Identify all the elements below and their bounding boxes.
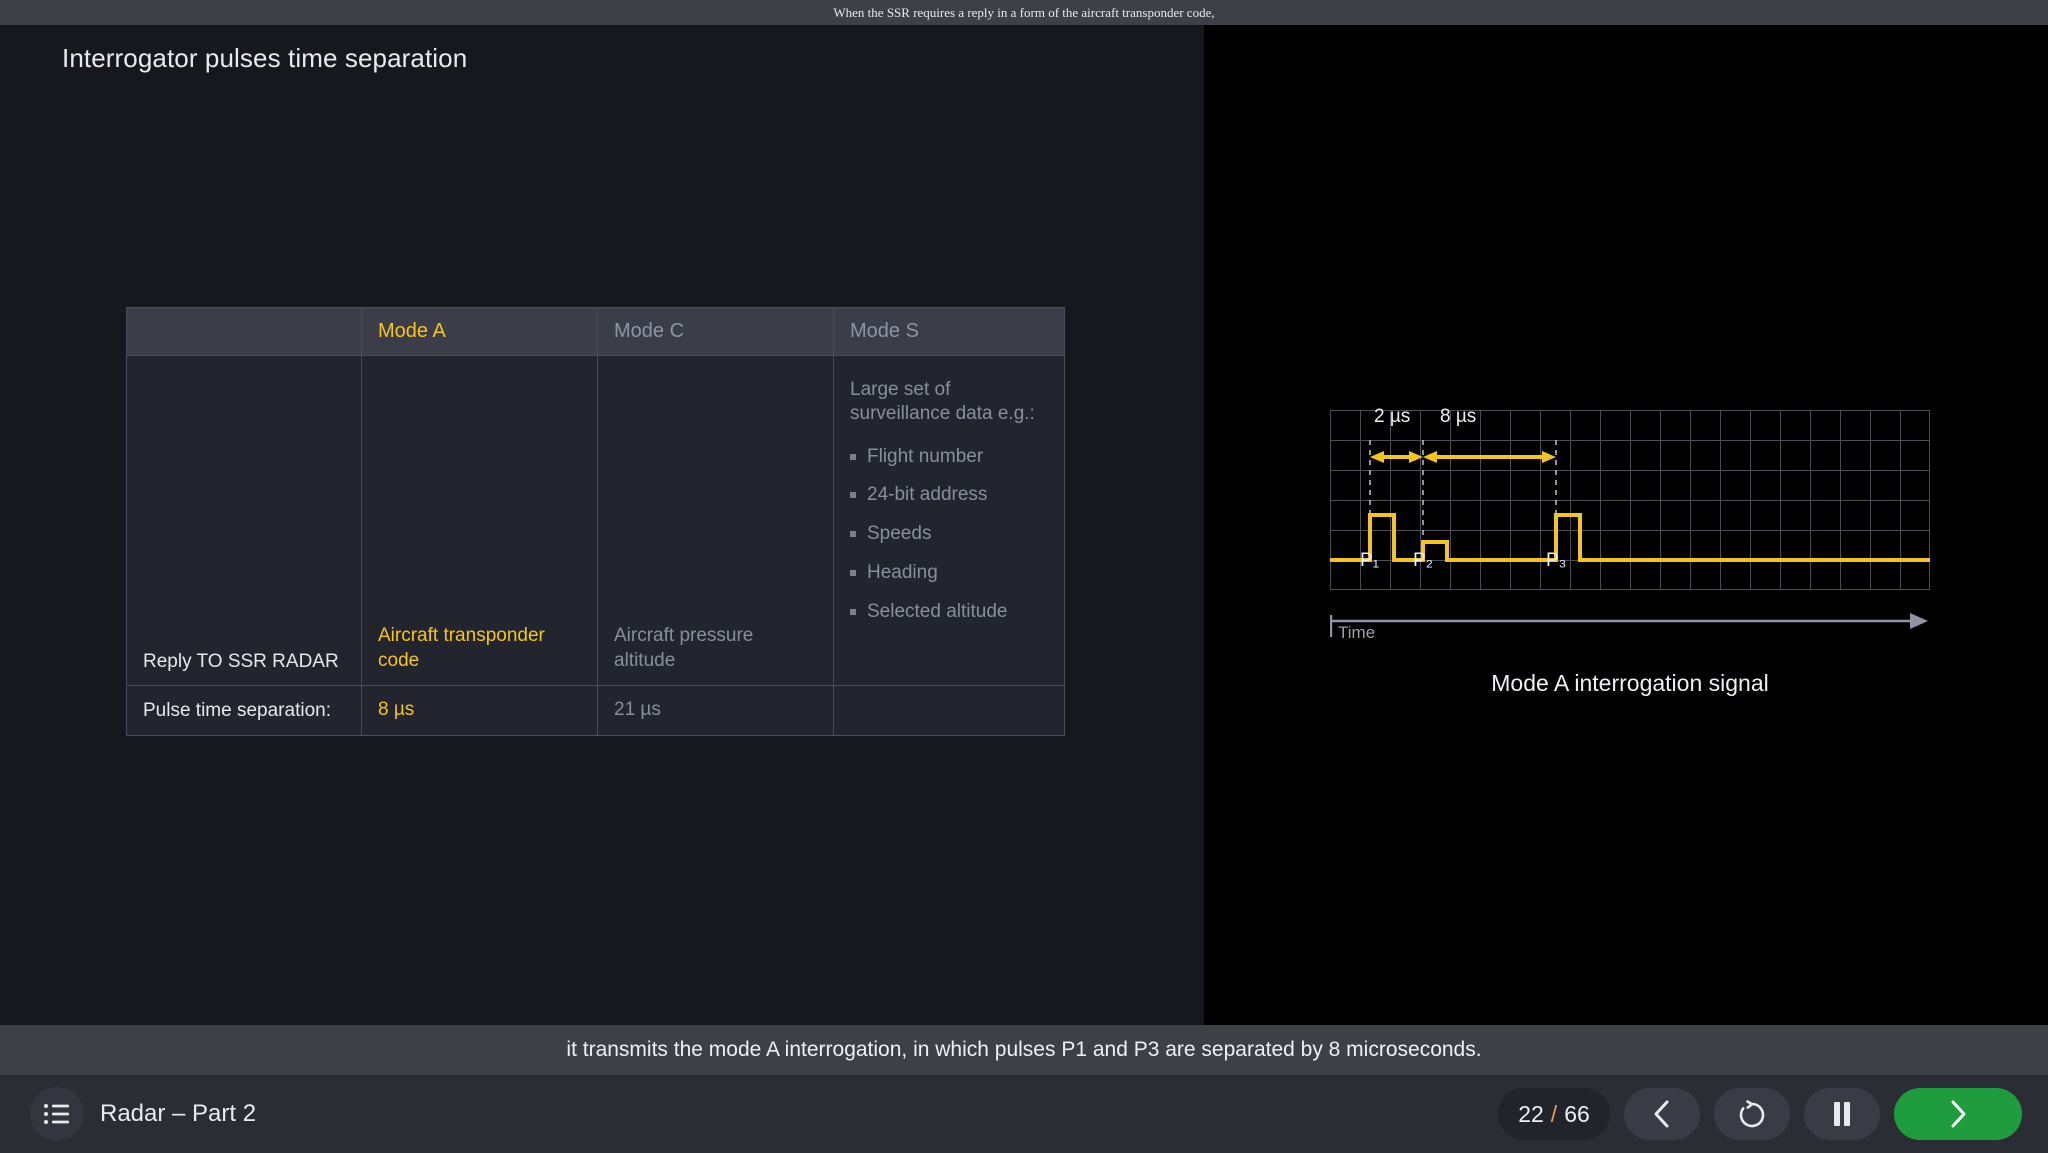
row-label-reply: Reply TO SSR RADAR xyxy=(126,355,362,686)
mode-s-data-list: Flight number 24-bit address Speeds Head… xyxy=(850,445,1048,624)
page-title: Interrogator pulses time separation xyxy=(62,43,468,73)
mode-a-signal-chart xyxy=(1330,410,1930,649)
mode-s-intro: Large set of surveillance data e.g.: xyxy=(850,379,1035,425)
replay-button[interactable] xyxy=(1714,1088,1790,1140)
annotation-8us-arrow xyxy=(1423,451,1556,463)
pulse-label-p3: P₃ xyxy=(1546,550,1567,571)
cell-mode-c-reply: Aircraft pressure altitude xyxy=(597,355,834,686)
label-8us: 8 µs xyxy=(1440,406,1477,427)
list-item: Flight number xyxy=(850,445,1048,469)
table-row: Reply TO SSR RADAR Aircraft transponder … xyxy=(126,355,1065,686)
player-toolbar: Radar – Part 2 22 / 66 xyxy=(0,1075,2048,1153)
subtitle-bar: it transmits the mode A interrogation, i… xyxy=(0,1025,2048,1075)
slide-stage: Interrogator pulses time separation Mode… xyxy=(0,25,2048,1025)
next-button[interactable] xyxy=(1894,1088,2022,1140)
player-controls: 22 / 66 xyxy=(1498,1088,2022,1140)
top-narration-text: When the SSR requires a reply in a form … xyxy=(833,4,1215,20)
list-item: 24-bit address xyxy=(850,483,1048,507)
replay-icon xyxy=(1739,1100,1765,1128)
subtitle-text: it transmits the mode A interrogation, i… xyxy=(566,1038,1482,1061)
slide-player-root: When the SSR requires a reply in a form … xyxy=(0,0,2048,1153)
list-icon xyxy=(44,1104,69,1124)
cell-mode-s-reply: Large set of surveillance data e.g.: Fli… xyxy=(833,355,1065,686)
pause-button[interactable] xyxy=(1804,1088,1880,1140)
cell-mode-c-separation: 21 µs xyxy=(597,685,834,736)
label-2us: 2 µs xyxy=(1374,406,1411,427)
cell-mode-a-reply: Aircraft transponder code xyxy=(361,355,598,686)
chevron-left-icon xyxy=(1654,1100,1669,1128)
table-header-blank xyxy=(126,307,362,356)
table-header-row: Mode A Mode C Mode S xyxy=(126,307,1065,356)
annotation-2us-arrow xyxy=(1370,451,1423,463)
player-title: Radar – Part 2 xyxy=(100,1100,257,1127)
pause-icon xyxy=(1834,1102,1850,1126)
list-item: Heading xyxy=(850,561,1048,585)
list-item: Selected altitude xyxy=(850,600,1048,624)
table-header-mode-s: Mode S xyxy=(833,307,1065,356)
cell-mode-a-separation: 8 µs xyxy=(361,685,598,736)
chevron-right-icon xyxy=(1951,1100,1966,1128)
table-header-mode-c: Mode C xyxy=(597,307,834,356)
row-label-pulse-separation: Pulse time separation: xyxy=(126,685,362,736)
previous-button[interactable] xyxy=(1624,1088,1700,1140)
mode-comparison-table: Mode A Mode C Mode S Reply TO SSR RADAR … xyxy=(126,307,1065,736)
total-pages: 66 xyxy=(1564,1100,1590,1127)
top-narration-strip: When the SSR requires a reply in a form … xyxy=(0,0,2048,25)
cell-mode-s-separation xyxy=(833,685,1065,736)
table-row: Pulse time separation: 8 µs 21 µs xyxy=(126,685,1065,736)
counter-separator: / xyxy=(1550,1100,1558,1127)
time-axis-arrow xyxy=(1330,613,1928,637)
current-page: 22 xyxy=(1518,1100,1544,1127)
list-item: Speeds xyxy=(850,522,1048,546)
time-axis-label: Time xyxy=(1338,623,1376,642)
menu-button[interactable] xyxy=(30,1087,84,1141)
pulse-label-p2: P₂ xyxy=(1413,550,1434,571)
page-counter: 22 / 66 xyxy=(1498,1088,1610,1140)
table-header-mode-a: Mode A xyxy=(361,307,598,356)
pulse-label-p1: P₁ xyxy=(1360,550,1380,571)
figure-caption: Mode A interrogation signal xyxy=(1491,670,1769,696)
